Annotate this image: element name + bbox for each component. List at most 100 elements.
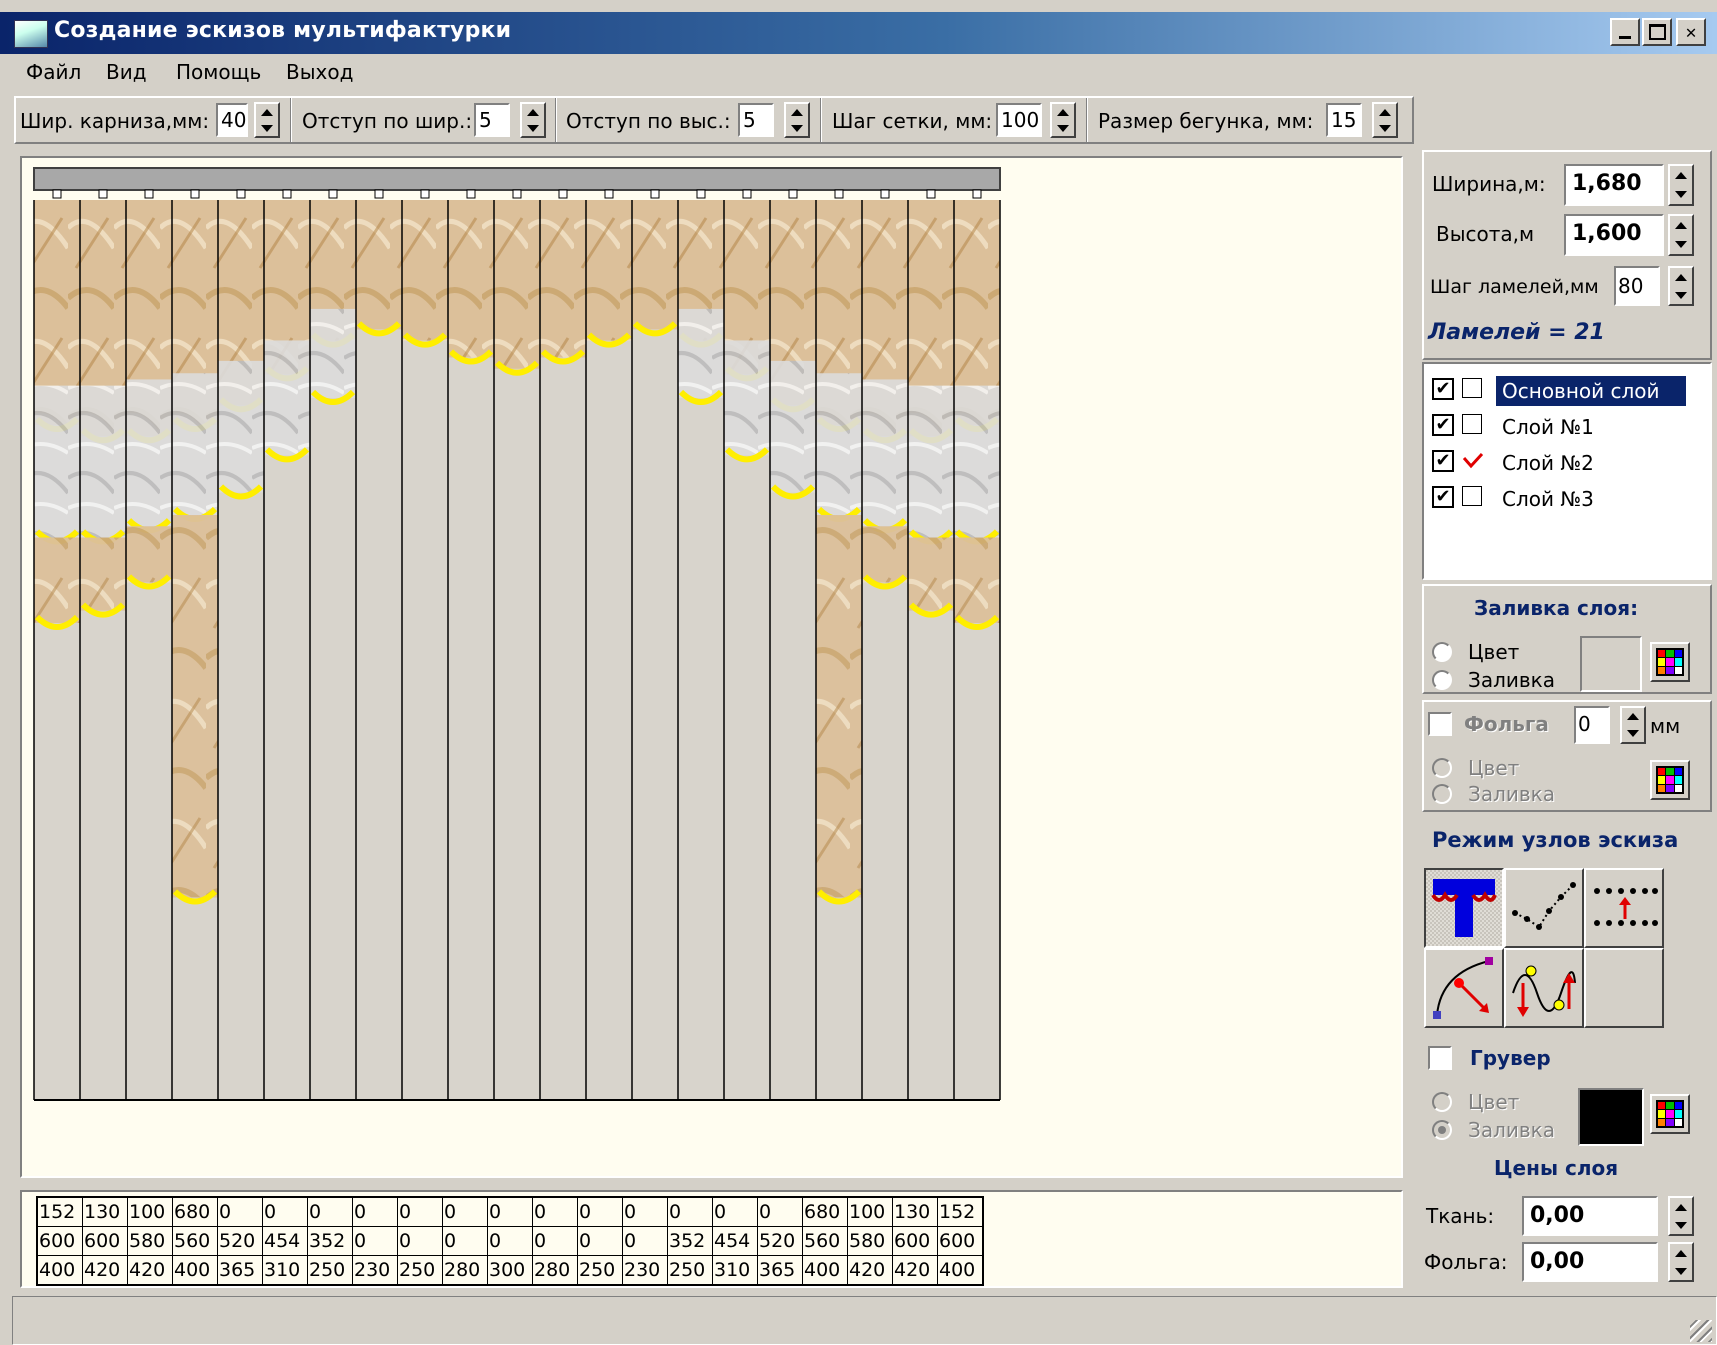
table-cell[interactable]: 420 xyxy=(127,1255,173,1286)
width-input[interactable]: 1,680 xyxy=(1564,164,1664,206)
cornice-width-spinner[interactable] xyxy=(254,102,280,138)
table-cell[interactable]: 0 xyxy=(397,1226,443,1256)
table-cell[interactable]: 0 xyxy=(532,1226,578,1256)
layer-row[interactable]: ✔ Слой №2 xyxy=(1432,446,1702,478)
table-cell[interactable]: 420 xyxy=(82,1255,128,1286)
table-cell[interactable]: 352 xyxy=(667,1226,713,1256)
table-cell[interactable]: 0 xyxy=(532,1196,578,1227)
table-cell[interactable]: 352 xyxy=(307,1226,353,1256)
layer-active-checkbox[interactable] xyxy=(1462,414,1482,434)
table-cell[interactable]: 0 xyxy=(712,1196,758,1227)
lambrequin-mode-button[interactable] xyxy=(1424,868,1504,948)
table-cell[interactable]: 0 xyxy=(397,1196,443,1227)
table-cell[interactable]: 0 xyxy=(262,1196,308,1227)
table-cell[interactable]: 310 xyxy=(712,1255,758,1286)
table-cell[interactable]: 0 xyxy=(442,1196,488,1227)
table-cell[interactable]: 0 xyxy=(487,1196,533,1227)
cornice-width-input[interactable]: 40 xyxy=(216,103,248,137)
layer-visible-checkbox[interactable]: ✔ xyxy=(1432,378,1454,400)
width-spinner[interactable] xyxy=(1668,164,1694,206)
table-cell[interactable]: 0 xyxy=(622,1226,668,1256)
sketch-canvas[interactable] xyxy=(20,156,1403,1178)
table-cell[interactable]: 0 xyxy=(352,1196,398,1227)
table-cell[interactable]: 420 xyxy=(847,1255,893,1286)
table-cell[interactable]: 300 xyxy=(487,1255,533,1286)
width-offset-input[interactable]: 5 xyxy=(474,103,510,137)
foil-palette-button[interactable] xyxy=(1650,760,1690,800)
table-cell[interactable]: 400 xyxy=(172,1255,218,1286)
table-cell[interactable]: 310 xyxy=(262,1255,308,1286)
empty-mode-button[interactable] xyxy=(1584,948,1664,1028)
grid-step-input[interactable]: 100 xyxy=(996,103,1042,137)
table-cell[interactable]: 0 xyxy=(757,1196,803,1227)
table-cell[interactable]: 280 xyxy=(442,1255,488,1286)
layer-visible-checkbox[interactable]: ✔ xyxy=(1432,486,1454,508)
height-offset-input[interactable]: 5 xyxy=(738,103,774,137)
table-cell[interactable]: 400 xyxy=(937,1255,984,1286)
layer-row[interactable]: ✔ Слой №1 xyxy=(1432,410,1702,442)
close-button[interactable]: ✕ xyxy=(1676,18,1706,46)
table-cell[interactable]: 600 xyxy=(937,1226,984,1256)
wave-mode-button[interactable] xyxy=(1504,948,1584,1028)
menu-file[interactable]: Файл xyxy=(26,60,81,84)
table-cell[interactable]: 454 xyxy=(262,1226,308,1256)
table-cell[interactable]: 560 xyxy=(802,1226,848,1256)
table-cell[interactable]: 100 xyxy=(847,1196,893,1227)
foil-price-spinner[interactable] xyxy=(1668,1242,1694,1282)
table-cell[interactable]: 100 xyxy=(127,1196,173,1227)
layer-visible-checkbox[interactable]: ✔ xyxy=(1432,414,1454,436)
layer-name[interactable]: Слой №3 xyxy=(1496,484,1600,514)
table-cell[interactable]: 0 xyxy=(352,1226,398,1256)
table-cell[interactable]: 580 xyxy=(127,1226,173,1256)
table-cell[interactable]: 130 xyxy=(82,1196,128,1227)
layer-active-checkbox[interactable] xyxy=(1462,378,1482,398)
runner-size-spinner[interactable] xyxy=(1372,102,1398,138)
table-cell[interactable]: 152 xyxy=(937,1196,984,1227)
menu-view[interactable]: Вид xyxy=(106,60,147,84)
grid-shift-mode-button[interactable] xyxy=(1584,868,1664,948)
foil-width-spinner[interactable] xyxy=(1620,706,1646,744)
table-cell[interactable]: 600 xyxy=(36,1226,83,1256)
layer-visible-checkbox[interactable]: ✔ xyxy=(1432,450,1454,472)
table-cell[interactable]: 0 xyxy=(217,1196,263,1227)
gruver-checkbox[interactable] xyxy=(1428,1046,1452,1070)
table-cell[interactable]: 365 xyxy=(757,1255,803,1286)
table-cell[interactable]: 0 xyxy=(622,1196,668,1227)
fabric-price-input[interactable]: 0,00 xyxy=(1522,1196,1658,1236)
foil-pattern-radio[interactable] xyxy=(1432,784,1452,804)
table-cell[interactable]: 130 xyxy=(892,1196,938,1227)
gruver-pattern-radio[interactable] xyxy=(1432,1120,1452,1140)
table-cell[interactable]: 400 xyxy=(36,1255,83,1286)
resize-grip-icon[interactable] xyxy=(1690,1320,1712,1342)
layer-name[interactable]: Слой №1 xyxy=(1496,412,1600,442)
table-cell[interactable]: 680 xyxy=(172,1196,218,1227)
layer-active-checkbox[interactable] xyxy=(1462,450,1484,470)
table-cell[interactable]: 250 xyxy=(307,1255,353,1286)
height-spinner[interactable] xyxy=(1668,214,1694,256)
table-cell[interactable]: 250 xyxy=(667,1255,713,1286)
layer-name[interactable]: Слой №2 xyxy=(1496,448,1600,478)
layer-active-checkbox[interactable] xyxy=(1462,486,1482,506)
fill-pattern-radio[interactable] xyxy=(1432,670,1452,690)
menu-exit[interactable]: Выход xyxy=(286,60,353,84)
curtain-sketch[interactable] xyxy=(22,158,1401,1176)
table-cell[interactable]: 600 xyxy=(82,1226,128,1256)
runner-size-input[interactable]: 15 xyxy=(1326,103,1362,137)
table-cell[interactable]: 0 xyxy=(577,1196,623,1227)
fill-palette-button[interactable] xyxy=(1650,642,1690,682)
table-cell[interactable]: 250 xyxy=(397,1255,443,1286)
table-cell[interactable]: 0 xyxy=(667,1196,713,1227)
table-cell[interactable]: 600 xyxy=(892,1226,938,1256)
gruver-color-radio[interactable] xyxy=(1432,1092,1452,1112)
layer-row[interactable]: ✔ Основной слой xyxy=(1432,374,1702,406)
height-input[interactable]: 1,600 xyxy=(1564,214,1664,256)
table-cell[interactable]: 0 xyxy=(307,1196,353,1227)
table-cell[interactable]: 420 xyxy=(892,1255,938,1286)
table-cell[interactable]: 280 xyxy=(532,1255,578,1286)
foil-color-radio[interactable] xyxy=(1432,758,1452,778)
table-cell[interactable]: 454 xyxy=(712,1226,758,1256)
slat-step-input[interactable]: 80 xyxy=(1614,266,1660,306)
slat-step-spinner[interactable] xyxy=(1668,266,1694,306)
table-cell[interactable]: 0 xyxy=(577,1226,623,1256)
foil-checkbox[interactable] xyxy=(1428,712,1452,736)
